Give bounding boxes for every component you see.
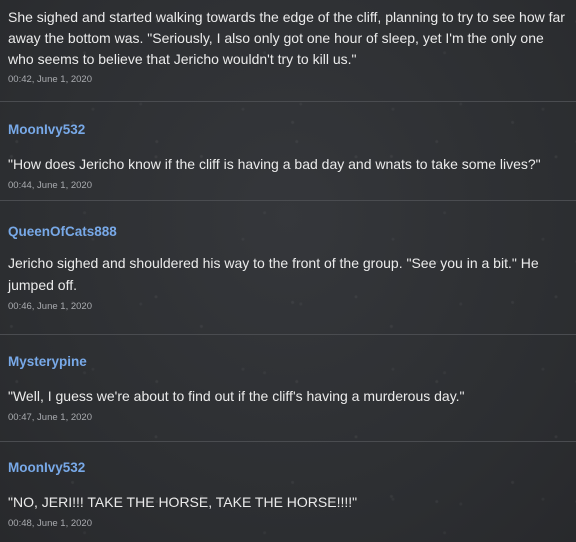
comment-item: She sighed and started walking towards t… xyxy=(0,0,576,102)
comment-text: She sighed and started walking towards t… xyxy=(8,9,565,67)
comment-timestamp: 00:46, June 1, 2020 xyxy=(8,301,92,312)
comment-username-link[interactable]: MoonIvy532 xyxy=(8,459,568,477)
comment-text: "NO, JERI!!! TAKE THE HORSE, TAKE THE HO… xyxy=(8,494,358,510)
comment-text: "Well, I guess we're about to find out i… xyxy=(8,388,465,404)
comment-timestamp: 00:42, June 1, 2020 xyxy=(8,74,92,85)
comment-timestamp: 00:47, June 1, 2020 xyxy=(8,412,92,423)
comment-timestamp: 00:48, June 1, 2020 xyxy=(8,518,92,529)
comment-item: MoonIvy532 "NO, JERI!!! TAKE THE HORSE, … xyxy=(0,442,576,542)
comment-text: "How does Jericho know if the cliff is h… xyxy=(8,156,541,172)
comment-timestamp: 00:44, June 1, 2020 xyxy=(8,180,92,191)
comment-username-link[interactable]: MoonIvy532 xyxy=(8,121,568,139)
comment-username-link[interactable]: Mysterypine xyxy=(8,353,568,371)
comment-item: MoonIvy532 "How does Jericho know if the… xyxy=(0,102,576,201)
comment-item: QueenOfCats888 Jericho sighed and should… xyxy=(0,201,576,335)
comment-item: Mysterypine "Well, I guess we're about t… xyxy=(0,335,576,442)
comment-username-link[interactable]: QueenOfCats888 xyxy=(8,223,568,241)
comment-thread: She sighed and started walking towards t… xyxy=(0,0,576,542)
comment-text: Jericho sighed and shouldered his way to… xyxy=(8,255,539,293)
